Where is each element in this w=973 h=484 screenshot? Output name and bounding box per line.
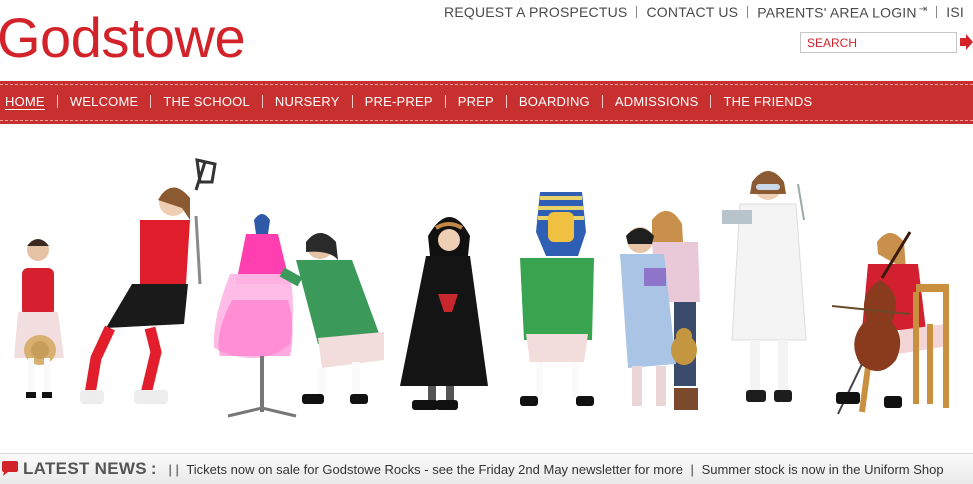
nav-the-friends[interactable]: THE FRIENDS — [723, 94, 812, 109]
nav-the-school[interactable]: THE SCHOOL — [163, 94, 250, 109]
ticker-prefix: | | — [168, 461, 179, 477]
parents-area-login-link[interactable]: PARENTS' AREA LOGIN ⇥ — [748, 4, 936, 21]
latest-news-bar: LATEST NEWS : | | Tickets now on sale fo… — [0, 453, 973, 484]
nav-pre-prep[interactable]: PRE-PREP — [365, 94, 433, 109]
hero-figure-cellist — [831, 231, 949, 415]
hero-figure-dress-mannequin — [213, 214, 297, 418]
isi-link[interactable]: ISI — [937, 4, 973, 20]
hero-figure-girl-green-smock — [279, 233, 384, 404]
nav-separator — [56, 95, 58, 108]
hero-figure-children-reading — [620, 210, 700, 410]
search-go-arrow-icon[interactable] — [960, 34, 973, 50]
hero-figure-girl-black-cloak — [400, 217, 488, 410]
parents-area-login-label: PARENTS' AREA LOGIN — [757, 4, 917, 21]
nav-admissions[interactable]: ADMISSIONS — [615, 94, 699, 109]
hero-figure-pharaoh-mask-student — [520, 192, 594, 406]
latest-news-label: LATEST NEWS — [23, 459, 147, 478]
news-ticker: | | Tickets now on sale for Godstowe Roc… — [165, 462, 944, 477]
nav-separator — [261, 95, 263, 108]
nav-separator — [351, 95, 353, 108]
nav-separator — [710, 95, 712, 108]
hero-banner — [0, 124, 973, 450]
nav-separator — [601, 95, 603, 108]
news-ticker-item[interactable]: Summer stock is now in the Uniform Shop — [702, 462, 944, 477]
nav-welcome[interactable]: WELCOME — [70, 94, 139, 109]
nav-separator — [150, 95, 152, 108]
nav-prep[interactable]: PREP — [458, 94, 494, 109]
site-logo[interactable]: Godstowe — [0, 2, 246, 74]
search-input[interactable] — [800, 32, 957, 53]
nav-boarding[interactable]: BOARDING — [519, 94, 590, 109]
hero-figure-scientist — [722, 171, 807, 402]
speech-bubble-icon — [2, 461, 18, 476]
hero-figure-lacrosse-player — [80, 158, 217, 404]
hero-illustration — [14, 158, 949, 418]
utility-nav: REQUEST A PROSPECTUS CONTACT US PARENTS'… — [435, 4, 973, 21]
nav-nursery[interactable]: NURSERY — [275, 94, 340, 109]
hero-figure-girl-red-cardigan — [14, 239, 64, 398]
main-nav: HOME WELCOME THE SCHOOL NURSERY PRE-PREP… — [0, 81, 973, 124]
news-ticker-item[interactable]: Tickets now on sale for Godstowe Rocks -… — [186, 462, 683, 477]
contact-us-link[interactable]: CONTACT US — [637, 4, 747, 20]
nav-separator — [505, 95, 507, 108]
latest-news-colon: : — [150, 459, 157, 478]
request-prospectus-link[interactable]: REQUEST A PROSPECTUS — [435, 4, 636, 20]
nav-separator — [444, 95, 446, 108]
login-icon: ⇥ — [918, 4, 928, 15]
main-nav-list: HOME WELCOME THE SCHOOL NURSERY PRE-PREP… — [5, 94, 812, 109]
ticker-separator: | — [690, 461, 694, 477]
nav-home[interactable]: HOME — [5, 94, 45, 109]
